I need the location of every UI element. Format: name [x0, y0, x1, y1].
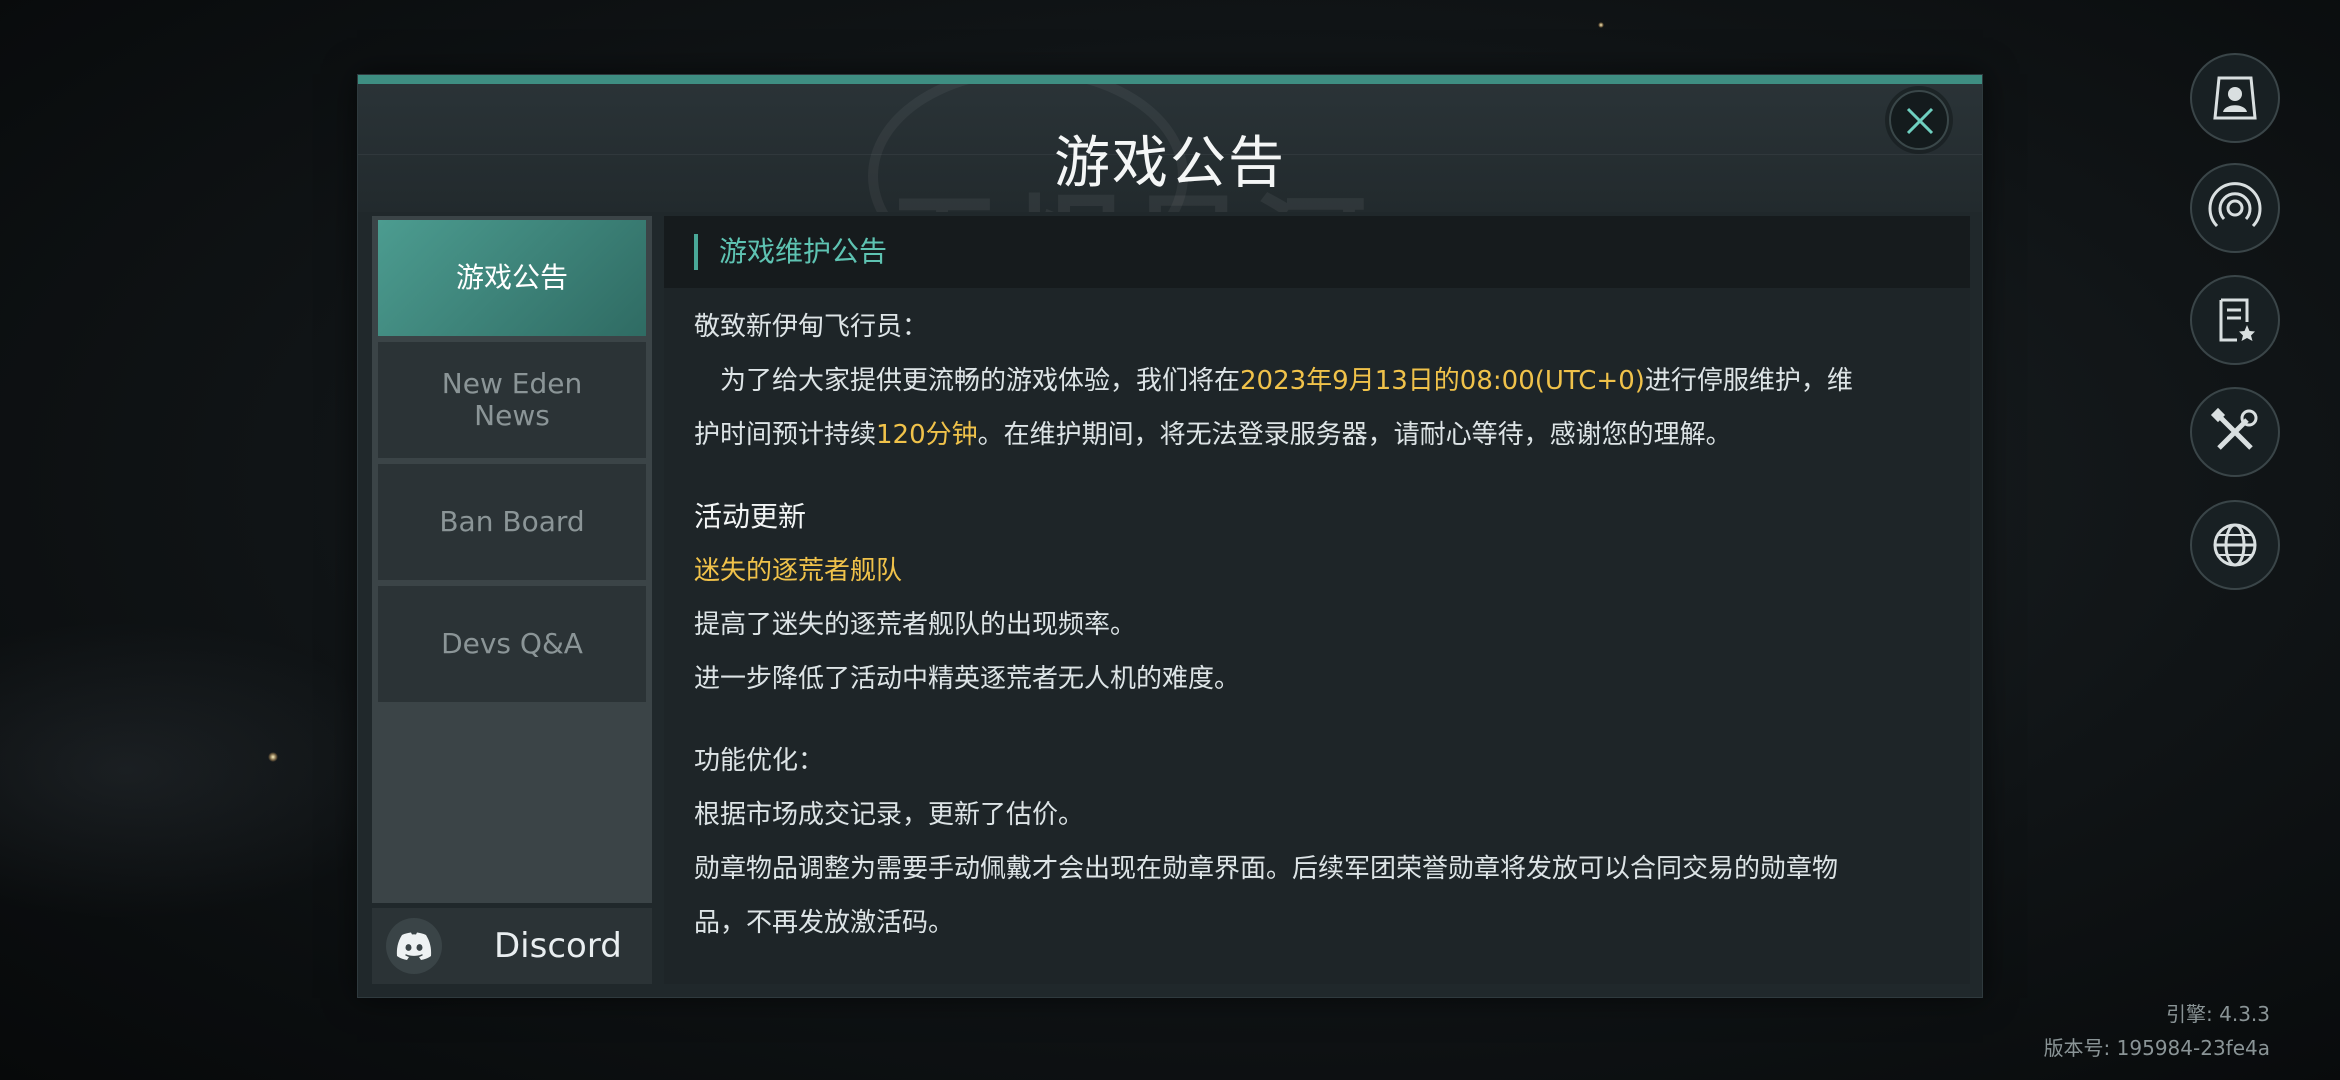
tab-ban-board[interactable]: Ban Board: [378, 464, 646, 580]
maintenance-paragraph-cont: 护时间预计持续120分钟。在维护期间，将无法登录服务器，请耐心等待，感谢您的理解…: [694, 416, 1944, 454]
discord-icon: [386, 918, 442, 974]
signal-button[interactable]: [2190, 163, 2280, 253]
event-line: 提高了迷失的逐荒者舰队的出现频率。: [694, 610, 1137, 640]
tab-new-eden-news[interactable]: New Eden News: [378, 342, 646, 458]
tab-label: Devs Q&A: [441, 627, 583, 660]
paragraph-text: 为了给大家提供更流畅的游戏体验，我们将在: [720, 366, 1241, 396]
dialog-accent-bar: [358, 75, 1982, 84]
paragraph-text: 。在维护期间，将无法登录服务器，请耐心等待，感谢您的理解。: [977, 420, 1732, 450]
background-spark: [1598, 22, 1604, 28]
tab-label: Ban Board: [439, 505, 585, 538]
settings-tools-icon: [2210, 407, 2258, 450]
greeting-text: 敬致新伊甸飞行员：: [694, 312, 929, 342]
feature-line: 根据市场成交记录，更新了估价。: [694, 800, 1085, 830]
notice-button[interactable]: [2190, 275, 2280, 365]
announcement-dialog: 无烬星河 游戏公告 游戏公告 New Eden News Ban Board D…: [357, 74, 1983, 998]
build-version: 版本号: 195984-23fe4a: [2043, 1036, 2270, 1060]
close-button[interactable]: [1889, 90, 1949, 150]
header-accent-bar: [694, 234, 698, 270]
discord-label: Discord: [494, 926, 622, 966]
dialog-title: 游戏公告: [1054, 131, 1286, 196]
language-button[interactable]: [2190, 500, 2280, 590]
discord-button[interactable]: Discord: [372, 908, 652, 984]
feature-line: 勋章物品调整为需要手动佩戴才会出现在勋章界面。后续军团荣誉勋章将发放可以合同交易…: [694, 854, 1839, 884]
section-title-events: 活动更新: [694, 500, 807, 533]
profile-button[interactable]: [2190, 53, 2280, 143]
engine-version: 引擎: 4.3.3: [2166, 1002, 2270, 1026]
paragraph-text: 护时间预计持续: [694, 420, 877, 450]
maintenance-paragraph: 为了给大家提供更流畅的游戏体验，我们将在2023年9月13日的08:00(UTC…: [694, 362, 1944, 400]
tab-devs-qa[interactable]: Devs Q&A: [378, 586, 646, 702]
event-name: 迷失的逐荒者舰队: [694, 556, 903, 586]
signal-icon: [2208, 182, 2262, 228]
maintenance-date: 2023年9月13日的08:00(UTC+0): [1240, 366, 1645, 396]
content-title: 游戏维护公告: [719, 235, 888, 268]
sidebar: 游戏公告 New Eden News Ban Board Devs Q&A: [372, 216, 652, 903]
feature-line: 品，不再发放激活码。: [694, 908, 955, 938]
profile-icon: [2213, 76, 2257, 120]
tools-button[interactable]: [2190, 387, 2280, 477]
event-line: 进一步降低了活动中精英逐荒者无人机的难度。: [694, 664, 1241, 694]
tab-label: New Eden News: [441, 367, 583, 432]
announcement-content[interactable]: 游戏维护公告 敬致新伊甸飞行员： 为了给大家提供更流畅的游戏体验，我们将在202…: [664, 216, 1970, 984]
tab-label: 游戏公告: [455, 261, 568, 294]
section-title-features: 功能优化：: [694, 746, 825, 776]
paragraph-text: 进行停服维护，维: [1644, 366, 1853, 396]
maintenance-duration: 120分钟: [876, 420, 978, 450]
background-spark: [268, 752, 278, 762]
globe-icon: [2213, 523, 2257, 567]
tab-game-announcement[interactable]: 游戏公告: [378, 220, 646, 336]
notice-icon: [2219, 298, 2255, 342]
content-header: 游戏维护公告: [664, 216, 1970, 288]
close-icon: [1906, 107, 1934, 135]
dialog-header: 无烬星河 游戏公告: [358, 84, 1982, 212]
